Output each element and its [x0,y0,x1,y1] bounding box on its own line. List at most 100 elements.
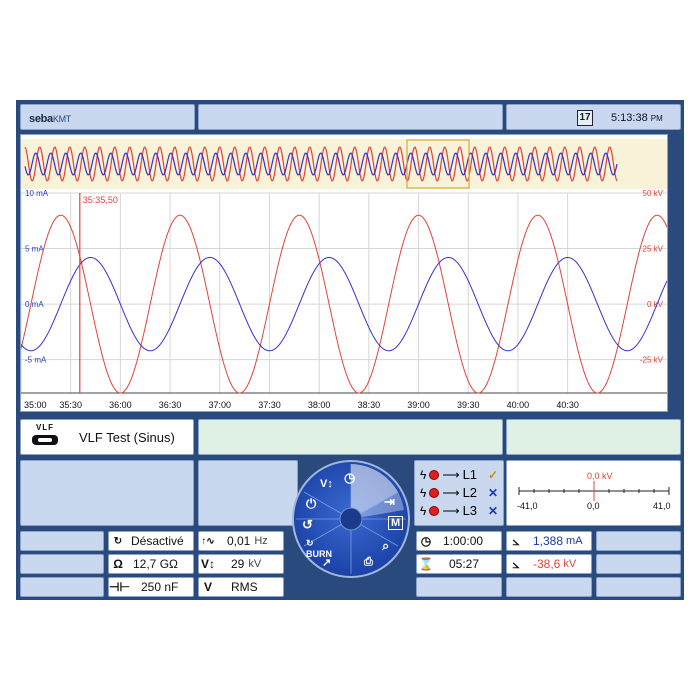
dial-power-icon[interactable]: ⏻ [306,496,316,512]
waveform-svg: 35:00 35:30 36:00 36:30 37:00 37:30 38:00 38:30… [20,139,668,410]
dial-voltage-icon[interactable]: V↕ [320,478,333,490]
gauge-scale [518,481,670,501]
phase-label: L2 [462,485,478,500]
current-unit: mA [566,535,583,547]
capacitance-value: 250 nF [141,580,179,594]
cursor-label: 35:35,50 [83,195,118,205]
dial-clock-icon[interactable]: ◷ [344,470,355,486]
clock-display: 5:13:38 PM [611,112,663,124]
frequency-setting[interactable]: ↑∿ 0,01 Hz [198,531,284,551]
center-slot-3 [416,577,502,597]
lightning-icon: ϟ [420,485,427,500]
clock-time: 5:13:38 [611,112,648,124]
phase-label: L3 [462,503,478,518]
center-info-panel [198,460,298,526]
status-panel-right [506,419,681,455]
x-tick-label: 39:30 [457,400,480,410]
resistance-display: Ω 12,7 GΩ [108,554,194,574]
x-tick-label: 37:00 [209,400,232,410]
arrow-icon: ⟶ [442,485,460,500]
gauge-min: -41,0 [517,501,538,511]
right-slot-3 [506,577,592,597]
capacitance-display: ⊣⊢ 250 nF [108,577,194,597]
vlf-icon-text: VLF [35,423,55,432]
duration-value: 1:00:00 [443,534,484,548]
lightning-icon: ϟ [420,467,427,482]
voltage-unit: kV [248,558,262,570]
phase-status-icon: ✓ [488,467,499,482]
elapsed-icon: ⌛ [418,557,434,571]
logo-sub: KMT [52,114,71,124]
status-panel-center [198,419,503,455]
seba-kmt-logo: sebaKMT [29,113,71,125]
voltage-measure-unit: kV [563,558,577,570]
current-display: ⦣ 1,388 mA [506,531,592,551]
x-tick-label: 38:30 [358,400,381,410]
far-right-slot-1 [596,531,681,551]
voltage-value: 29 [231,557,245,571]
burn-icon: ↻ [113,535,123,547]
voltage-setting[interactable]: V↕ 29 kV [198,554,284,574]
current-graph-icon: ⦣ [512,533,520,548]
resistance-value: 12,7 GΩ [133,557,178,571]
far-right-slot-3 [596,577,681,597]
navigation-dial[interactable]: ◷ V↕ ⏻ ⇥ ↺ M ↻ BURN ⌕ ⎙ ↗ [292,460,410,578]
frequency-value: 0,01 [227,534,251,548]
dial-search-icon[interactable]: ⌕ [382,538,389,554]
voltage-set-icon: V↕ [200,557,215,571]
voltage-graph-icon: ⦣ [512,556,520,571]
gauge-mid: 0,0 [587,501,600,511]
header-clock-panel: 17 5:13:38 PM [506,104,681,130]
elapsed-display: ⌛ 05:27 [416,554,502,574]
duration-display[interactable]: ◷ 1:00:00 [416,531,502,551]
left-slot-2 [20,554,104,574]
dial-ramp-icon[interactable]: ↗ [322,556,331,569]
phase-status-icon: ✕ [488,485,499,500]
arrow-icon: ⟶ [442,503,460,518]
left-slot-1 [20,531,104,551]
dial-marker-icon[interactable]: M [388,516,404,530]
phase-led [429,469,440,480]
phase-led [429,505,440,516]
mode-panel[interactable]: VLF VLF Test (Sinus) [20,419,194,455]
phase-row-l3[interactable]: ϟ ⟶ L3 ✕ [420,503,498,518]
left-info-panel [20,460,194,526]
left-tick-label: -5 mA [25,356,47,365]
voltage-measure-value: -38,6 [533,557,561,571]
gauge-max: 41,0 [653,501,671,511]
rms-label: RMS [231,580,258,594]
dial-undo-icon[interactable]: ↺ [302,517,313,533]
calendar-icon[interactable]: 17 [577,110,593,126]
left-tick-label: 5 mA [25,245,44,254]
phase-row-l2[interactable]: ϟ ⟶ L2 ✕ [420,485,498,500]
dial-print-icon[interactable]: ⎙ [364,556,373,569]
rms-setting[interactable]: V RMS [198,577,284,597]
left-tick-label: 10 mA [25,189,49,198]
logo-main: seba [29,113,53,125]
dial-arrow-icon[interactable]: ⇥ [384,494,395,510]
right-tick-label: -25 kV [640,356,664,365]
mode-title: VLF Test (Sinus) [79,430,175,445]
phase-status-icon: ✕ [488,503,499,518]
phase-row-l1[interactable]: ϟ ⟶ L1 ✓ [420,467,498,482]
left-slot-3 [20,577,104,597]
voltage-measure-display: ⦣ -38,6 kV [506,554,592,574]
x-tick-label: 36:00 [109,400,132,410]
v-label: V [203,580,212,594]
lightning-icon: ϟ [420,503,427,518]
header-logo-panel: sebaKMT [20,104,195,130]
x-tick-label: 39:00 [407,400,430,410]
clock-ampm: PM [650,114,663,123]
phase-label: L1 [462,467,478,482]
timer-icon: ◷ [420,534,432,548]
x-tick-label: 38:00 [308,400,331,410]
vlf-icon: VLF [31,423,59,451]
frequency-unit: Hz [254,535,268,547]
burn-setting[interactable]: ↻ Désactivé [108,531,194,551]
waveform-chart[interactable]: 35:00 35:30 36:00 36:30 37:00 37:30 38:00 38:30… [20,134,668,412]
x-tick-label: 35:00 [24,400,47,410]
current-value: 1,388 [533,534,564,548]
far-right-slot-2 [596,554,681,574]
right-tick-label: 50 kV [643,189,664,198]
ohm-icon: Ω [113,557,123,571]
